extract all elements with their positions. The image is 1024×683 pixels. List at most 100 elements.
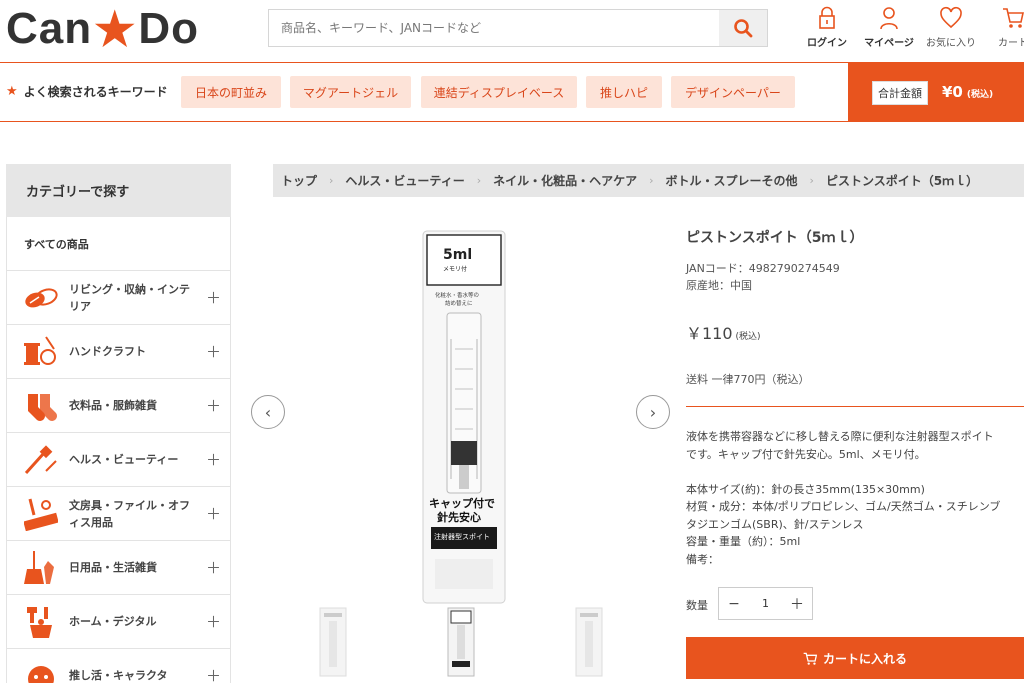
character-icon	[23, 658, 59, 683]
sewing-icon	[23, 334, 59, 370]
sidebar-item-all[interactable]: すべての商品	[6, 217, 231, 271]
sidebar-item-oshikatsu[interactable]: 推し活・キャラクタ ＋	[6, 649, 231, 683]
user-icon	[880, 7, 898, 30]
sidebar-item-label: 日用品・生活雑貨	[69, 561, 157, 574]
package-memo-text: メモリ付	[443, 265, 467, 273]
login-label: ログイン	[807, 38, 847, 49]
expand-icon[interactable]: ＋	[206, 557, 221, 578]
brush-icon	[23, 442, 59, 478]
cart-link[interactable]: カート	[982, 6, 1024, 49]
sidebar-item-living[interactable]: リビング・収納・インテリア ＋	[6, 271, 231, 325]
cart-icon	[803, 652, 817, 665]
package-size-text: 5ml	[443, 247, 472, 263]
sidebar-item-clothing[interactable]: 衣料品・服飾雑貨 ＋	[6, 379, 231, 433]
product-origin: 原産地：中国	[686, 279, 752, 292]
package-label-line1: 化粧水・香水等の	[435, 291, 479, 299]
mypage-link[interactable]: マイページ	[858, 6, 920, 49]
description-line: 本体サイズ(約)：針の長さ35mm(135×30mm)	[686, 482, 925, 496]
breadcrumb-item[interactable]: ヘルス・ビューティー	[345, 172, 464, 189]
divider	[686, 406, 1024, 407]
breadcrumb-separator-icon: ›	[649, 174, 654, 187]
logo-star-icon: ★	[94, 3, 137, 55]
product-jan: JANコード：4982790274549	[686, 262, 840, 275]
sidebar-item-home-digital[interactable]: ホーム・デジタル ＋	[6, 595, 231, 649]
keyword-chip[interactable]: 日本の町並み	[181, 76, 281, 108]
sidebar-item-handcraft[interactable]: ハンドクラフト ＋	[6, 325, 231, 379]
product-gallery: ‹ › 5ml メモリ付 化粧水・香水等の 詰め替えに キャップ付で 針先安心 …	[249, 215, 670, 683]
site-logo[interactable]: Can ★ Do	[6, 3, 199, 55]
keyword-chip[interactable]: 推しハピ	[586, 76, 662, 108]
quantity-value[interactable]: 1	[749, 597, 782, 610]
breadcrumb-separator-icon: ›	[809, 174, 814, 187]
search-input[interactable]	[269, 10, 719, 46]
expand-icon[interactable]: ＋	[206, 341, 221, 362]
description-line: 液体を携帯容器などに移し替える際に便利な注射器型スポイト	[686, 430, 994, 443]
sidebar-item-label: 衣料品・服飾雑貨	[69, 399, 157, 412]
quantity-label: 数量	[686, 599, 708, 612]
login-link[interactable]: ログイン	[796, 6, 858, 49]
add-to-cart-button[interactable]: カートに入れる	[686, 637, 1024, 679]
star-icon: ★	[6, 84, 18, 99]
sidebar-item-label: 推し活・キャラクタ	[69, 669, 168, 682]
socks-icon	[23, 388, 59, 424]
description-line: 容量・重量（約）：5ml	[686, 535, 801, 548]
breadcrumb-item[interactable]: トップ	[281, 172, 317, 189]
expand-icon[interactable]: ＋	[206, 665, 221, 683]
sidebar-item-label: 文房具・ファイル・オフィス用品	[69, 498, 190, 529]
keyword-chip[interactable]: 連結ディスプレイベース	[421, 76, 577, 108]
product-description: 液体を携帯容器などに移し替える際に便利な注射器型スポイト です。キャップ付で針先…	[686, 428, 1024, 568]
cart-total-panel[interactable]: 合計金額 ¥0 (税込)	[848, 62, 1024, 122]
expand-icon[interactable]: ＋	[206, 287, 221, 308]
expand-icon[interactable]: ＋	[206, 503, 221, 524]
breadcrumb-item[interactable]: ネイル・化粧品・ヘアケア	[493, 172, 637, 189]
ruler-icon	[23, 496, 59, 532]
sidebar-item-label: リビング・収納・インテリア	[69, 282, 190, 313]
thumbnail-image[interactable]	[447, 607, 475, 677]
description-line: タジエンゴム(SBR)、針/ステンレス	[686, 517, 864, 531]
breadcrumb-item[interactable]: ボトル・スプレーその他	[666, 172, 798, 189]
expand-icon[interactable]: ＋	[206, 395, 221, 416]
breadcrumb: トップ › ヘルス・ビューティー › ネイル・化粧品・ヘアケア › ボトル・スプ…	[273, 164, 1024, 197]
sidebar-item-health-beauty[interactable]: ヘルス・ビューティー ＋	[6, 433, 231, 487]
quantity-decrease-button[interactable]: −	[719, 596, 749, 612]
sidebar-item-label: ヘルス・ビューティー	[69, 453, 179, 466]
sidebar-item-label: ホーム・デジタル	[69, 615, 157, 628]
cart-icon	[1003, 8, 1024, 28]
keyword-chip[interactable]: デザインペーパー	[671, 76, 795, 108]
quantity-stepper: − 1 ＋	[718, 587, 813, 620]
total-label: 合計金額	[872, 81, 928, 105]
description-line: です。キャップ付で針先安心。5ml、メモリ付。	[686, 447, 926, 461]
breadcrumb-separator-icon: ›	[329, 174, 334, 187]
thumbnail-image[interactable]	[575, 607, 603, 677]
thumbnail-image[interactable]	[319, 607, 347, 677]
sidebar-item-daily[interactable]: 日用品・生活雑貨 ＋	[6, 541, 231, 595]
sponge-icon	[23, 280, 59, 316]
package-type-text: 注射器型スポイト	[434, 532, 490, 541]
sidebar-item-stationery[interactable]: 文房具・ファイル・オフィス用品 ＋	[6, 487, 231, 541]
sidebar-item-label: ハンドクラフト	[69, 345, 146, 358]
mypage-label: マイページ	[864, 38, 914, 49]
expand-icon[interactable]: ＋	[206, 611, 221, 632]
product-price: ￥110 (税込)	[686, 324, 761, 343]
keyword-title: ★ よく検索されるキーワード	[6, 83, 168, 100]
expand-icon[interactable]: ＋	[206, 449, 221, 470]
search-button[interactable]	[719, 10, 767, 46]
product-image: 5ml メモリ付 化粧水・香水等の 詰め替えに キャップ付で 針先安心 注射器型…	[422, 230, 506, 604]
search-icon	[734, 19, 753, 38]
keyword-chip[interactable]: マグアートジェル	[290, 76, 411, 108]
breadcrumb-current: ピストンスポイト（5ｍｌ）	[825, 174, 979, 188]
gallery-next-button[interactable]: ›	[636, 395, 670, 429]
package-label-line2: 詰め替えに	[445, 299, 473, 307]
gallery-prev-button[interactable]: ‹	[251, 395, 285, 429]
favorites-link[interactable]: お気に入り	[920, 6, 982, 49]
keyword-bar: ★ よく検索されるキーワード 日本の町並み マグアートジェル 連結ディスプレイベ…	[0, 62, 1024, 122]
add-to-cart-label: カートに入れる	[822, 651, 907, 666]
favorites-label: お気に入り	[926, 38, 976, 49]
quantity-increase-button[interactable]: ＋	[782, 594, 812, 614]
search-bar	[268, 9, 768, 47]
heart-icon	[940, 6, 962, 29]
category-heading: カテゴリーで探す	[6, 164, 231, 217]
shipping-info: 送料 一律770円（税込）	[686, 373, 810, 386]
cart-label: カート	[998, 38, 1024, 49]
